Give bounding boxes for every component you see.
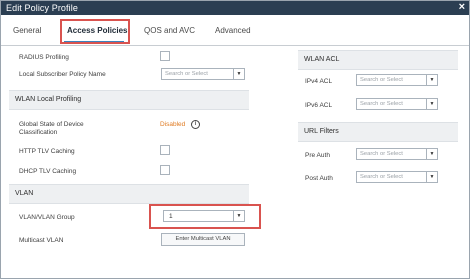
enter-multicast-vlan-button[interactable]: Enter Multicast VLAN: [161, 233, 245, 246]
highlight-box-access-policies: [60, 19, 130, 44]
ipv4-acl-placeholder: Search or Select: [360, 77, 403, 83]
url-filters-header: URL Filters: [298, 122, 458, 142]
wlan-local-profiling-header: WLAN Local Profiling: [9, 90, 249, 110]
chevron-down-icon: ▼: [426, 172, 437, 182]
ipv4-acl-select[interactable]: Search or Select ▼: [356, 74, 438, 86]
vlan-section-header: VLAN: [9, 184, 249, 204]
dialog-title: Edit Policy Profile: [6, 3, 78, 13]
local-subscriber-policy-placeholder: Search or Select: [165, 71, 208, 77]
global-state-label: Global State of Device Classification: [19, 121, 84, 136]
radius-profiling-checkbox[interactable]: [160, 51, 170, 61]
global-state-status: Disabled: [160, 121, 186, 128]
local-subscriber-policy-label: Local Subscriber Policy Name: [19, 71, 106, 78]
dialog-titlebar: Edit Policy Profile ×: [1, 1, 469, 15]
radius-profiling-label: RADIUS Profiling: [19, 54, 69, 61]
local-subscriber-policy-select[interactable]: Search or Select ▼: [161, 68, 245, 80]
info-icon[interactable]: i: [191, 120, 200, 129]
ipv6-acl-placeholder: Search or Select: [360, 101, 403, 107]
dhcp-tlv-caching-label: DHCP TLV Caching: [19, 168, 77, 175]
http-tlv-caching-checkbox[interactable]: [160, 145, 170, 155]
pre-auth-label: Pre Auth: [305, 152, 330, 159]
dhcp-tlv-caching-checkbox[interactable]: [160, 165, 170, 175]
ipv4-acl-label: IPv4 ACL: [305, 78, 333, 85]
pre-auth-placeholder: Search or Select: [360, 151, 403, 157]
post-auth-placeholder: Search or Select: [360, 174, 403, 180]
multicast-vlan-label: Multicast VLAN: [19, 237, 64, 244]
vlan-group-label: VLAN/VLAN Group: [19, 214, 75, 221]
chevron-down-icon: ▼: [426, 75, 437, 85]
url-filters-title: URL Filters: [304, 128, 339, 135]
close-icon[interactable]: ×: [459, 1, 465, 14]
chevron-down-icon: ▼: [426, 149, 437, 159]
wlan-local-profiling-title: WLAN Local Profiling: [15, 96, 82, 103]
post-auth-select[interactable]: Search or Select ▼: [356, 171, 438, 183]
tab-qos-and-avc[interactable]: QOS and AVC: [144, 25, 195, 37]
post-auth-label: Post Auth: [305, 175, 333, 182]
ipv6-acl-label: IPv6 ACL: [305, 102, 333, 109]
vlan-section-title: VLAN: [15, 190, 34, 197]
tab-advanced[interactable]: Advanced: [215, 25, 251, 37]
wlan-acl-title: WLAN ACL: [304, 56, 340, 63]
pre-auth-select[interactable]: Search or Select ▼: [356, 148, 438, 160]
highlight-box-vlan-group: [149, 204, 261, 229]
ipv6-acl-select[interactable]: Search or Select ▼: [356, 98, 438, 110]
wlan-acl-header: WLAN ACL: [298, 50, 458, 70]
http-tlv-caching-label: HTTP TLV Caching: [19, 148, 75, 155]
chevron-down-icon: ▼: [426, 99, 437, 109]
edit-policy-profile-dialog: Edit Policy Profile × General Access Pol…: [0, 0, 470, 279]
tab-general[interactable]: General: [13, 25, 41, 37]
chevron-down-icon: ▼: [233, 69, 244, 79]
